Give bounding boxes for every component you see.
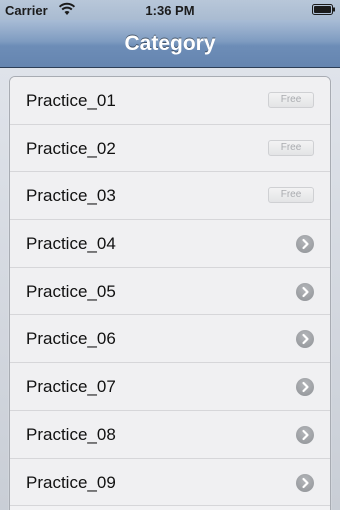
list-item[interactable]: Practice_09: [10, 458, 330, 507]
chevron-right-icon[interactable]: [296, 330, 314, 349]
chevron-right-icon[interactable]: [296, 425, 314, 444]
chevron-right-icon[interactable]: [296, 235, 314, 254]
free-badge: Free: [268, 187, 314, 204]
free-badge: Free: [268, 92, 314, 108]
chevron-right-icon[interactable]: [296, 282, 314, 301]
list-item-label: Practice_06: [26, 329, 116, 349]
list-item-label: Practice_01: [26, 91, 116, 110]
list-item[interactable]: Practice_02 Free: [10, 124, 330, 173]
list-item-label: Practice_03: [26, 186, 116, 206]
list-item-label: Practice_08: [26, 424, 116, 444]
category-table[interactable]: Practice_01 Free Practice_02 Free Practi…: [9, 76, 331, 510]
free-badge: Free: [268, 139, 314, 156]
chevron-right-icon[interactable]: [296, 378, 314, 397]
list-item[interactable]: Practice_07: [10, 363, 330, 411]
page-title: Category: [124, 32, 216, 55]
list-item-label: Practice_09: [26, 472, 116, 492]
list-item[interactable]: Practice_03 Free: [10, 172, 330, 221]
list-item[interactable]: Practice_05: [10, 267, 330, 316]
list-item-label: Practice_05: [26, 281, 116, 301]
list-item-label: Practice_02: [26, 138, 116, 158]
list-item[interactable]: Practice_01 Free: [10, 77, 330, 125]
list-item[interactable]: Practice_04: [10, 220, 330, 268]
status-bar: Carrier 1:36 PM: [0, 0, 340, 20]
list-item-label: Practice_04: [26, 234, 116, 254]
list-item[interactable]: Practice_08: [10, 410, 330, 459]
navigation-bar: Category: [0, 20, 340, 68]
list-item[interactable]: Practice_06: [10, 315, 330, 364]
chevron-right-icon[interactable]: [296, 473, 314, 492]
content-area: Practice_01 Free Practice_02 Free Practi…: [0, 68, 340, 510]
status-time: 1:36 PM: [145, 3, 195, 18]
battery-icon: [312, 4, 335, 15]
list-item-label: Practice_07: [26, 377, 116, 397]
